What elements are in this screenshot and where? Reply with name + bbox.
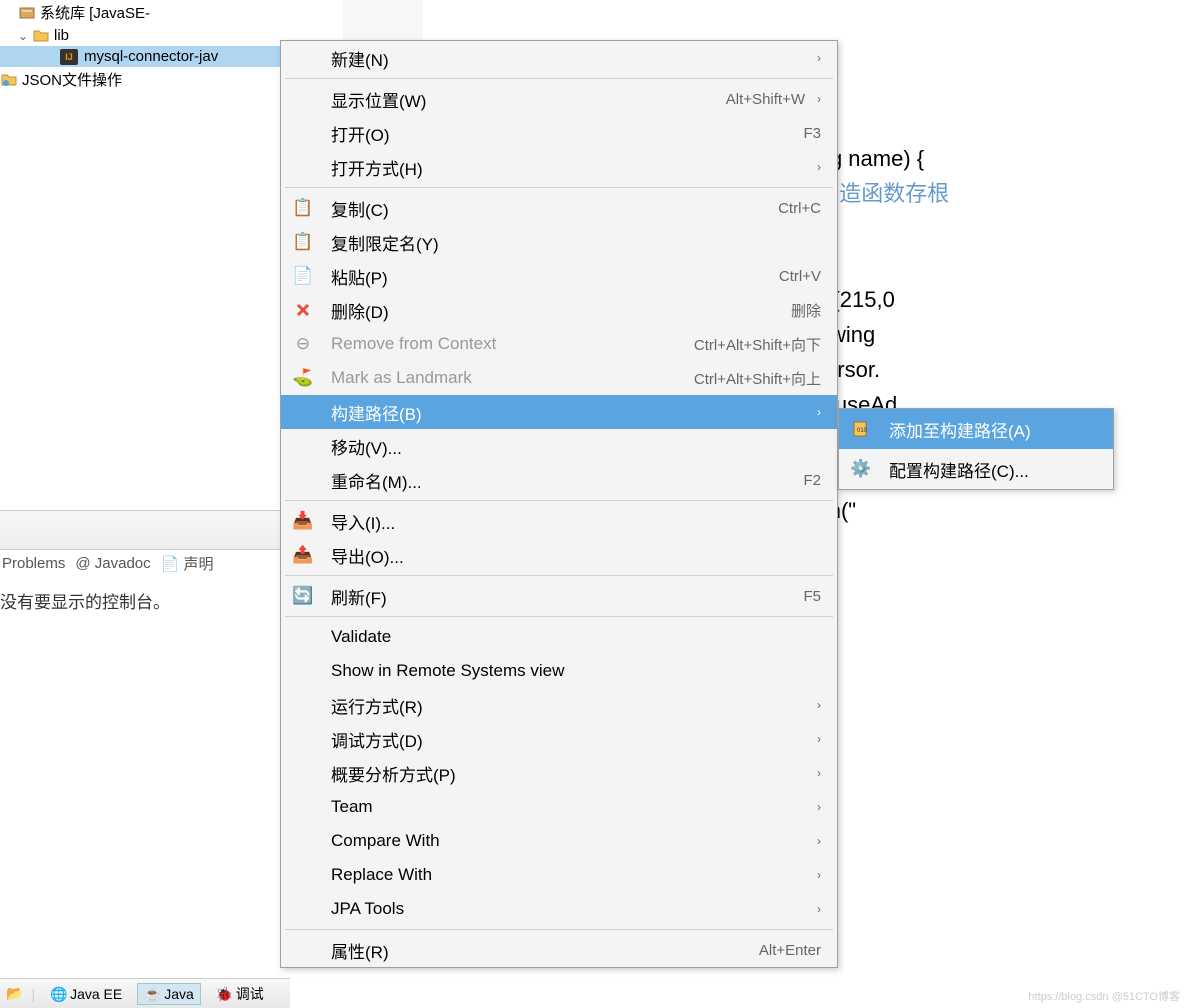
menu-refresh[interactable]: 🔄刷新(F)F5 xyxy=(281,579,837,613)
menu-properties[interactable]: 属性(R)Alt+Enter xyxy=(281,933,837,967)
jar-file-icon: IJ xyxy=(60,49,78,65)
export-icon: 📤 xyxy=(291,543,315,567)
tree-label: JSON文件操作 xyxy=(22,69,122,90)
context-menu: 新建(N)› 显示位置(W)Alt+Shift+W› 打开(O)F3 打开方式(… xyxy=(280,40,838,968)
java-ee-icon: 🌐 xyxy=(50,986,66,1002)
perspective-java-ee[interactable]: 🌐Java EE xyxy=(43,983,129,1005)
menu-jpa-tools[interactable]: JPA Tools› xyxy=(281,892,837,926)
library-icon xyxy=(18,5,36,21)
delete-icon xyxy=(291,298,315,322)
expand-arrow-icon: ⌄ xyxy=(18,29,32,43)
submenu-arrow-icon: › xyxy=(817,834,821,848)
menu-remote-systems[interactable]: Show in Remote Systems view xyxy=(281,654,837,688)
open-perspective-icon[interactable]: 📂 xyxy=(6,985,23,1002)
tree-label: mysql-connector-jav xyxy=(84,48,218,65)
folder-open-icon xyxy=(32,28,50,44)
submenu-arrow-icon: › xyxy=(817,902,821,916)
menu-import[interactable]: 📥导入(I)... xyxy=(281,504,837,538)
console-message: 没有要显示的控制台。 xyxy=(0,588,170,613)
menu-remove-context[interactable]: ⊖Remove from ContextCtrl+Alt+Shift+向下 xyxy=(281,327,837,361)
java-icon: ☕ xyxy=(144,986,160,1002)
menu-mark-landmark[interactable]: ⛳Mark as LandmarkCtrl+Alt+Shift+向上 xyxy=(281,361,837,395)
menu-delete[interactable]: 删除(D)删除 xyxy=(281,293,837,327)
menu-compare-with[interactable]: Compare With› xyxy=(281,824,837,858)
submenu-arrow-icon: › xyxy=(817,51,821,65)
bottom-tabs: Problems @ Javadoc 📄 声明 xyxy=(0,553,280,574)
landmark-icon: ⛳ xyxy=(291,366,315,390)
menu-debug-as[interactable]: 调试方式(D)› xyxy=(281,722,837,756)
menu-validate[interactable]: Validate xyxy=(281,620,837,654)
tree-item-json[interactable]: JSON文件操作 xyxy=(0,67,280,92)
tab-declaration[interactable]: 📄 声明 xyxy=(161,553,214,574)
submenu-arrow-icon: › xyxy=(817,766,821,780)
menu-separator xyxy=(285,616,833,617)
copy-icon: 📋 xyxy=(291,196,315,220)
menu-rename[interactable]: 重命名(M)...F2 xyxy=(281,463,837,497)
tree-item-jre[interactable]: 系统库 [JavaSE- xyxy=(0,0,280,25)
submenu-arrow-icon: › xyxy=(817,160,821,174)
menu-paste[interactable]: 📄粘贴(P)Ctrl+V xyxy=(281,259,837,293)
watermark: https://blog.csdn @51CTO博客 xyxy=(1028,988,1180,1004)
menu-separator xyxy=(285,929,833,930)
menu-copy[interactable]: 📋复制(C)Ctrl+C xyxy=(281,191,837,225)
refresh-icon: 🔄 xyxy=(291,584,315,608)
submenu-arrow-icon: › xyxy=(817,800,821,814)
configure-icon: ⚙️ xyxy=(849,457,873,481)
menu-separator xyxy=(285,78,833,79)
tree-label: 系统库 [JavaSE- xyxy=(40,2,150,23)
folder-icon xyxy=(0,72,18,88)
perspective-java[interactable]: ☕Java xyxy=(137,983,201,1005)
tab-javadoc[interactable]: @ Javadoc xyxy=(75,555,150,572)
menu-open-with[interactable]: 打开方式(H)› xyxy=(281,150,837,184)
menu-new[interactable]: 新建(N)› xyxy=(281,41,837,75)
menu-separator xyxy=(285,575,833,576)
copy-qualified-icon: 📋 xyxy=(291,230,315,254)
menu-profile-as[interactable]: 概要分析方式(P)› xyxy=(281,756,837,790)
menu-export[interactable]: 📤导出(O)... xyxy=(281,538,837,572)
menu-move[interactable]: 移动(V)... xyxy=(281,429,837,463)
perspective-switcher: 📂 | 🌐Java EE ☕Java 🐞调试 xyxy=(0,978,290,1008)
paste-icon: 📄 xyxy=(291,264,315,288)
submenu-arrow-icon: › xyxy=(817,698,821,712)
svg-text:010: 010 xyxy=(857,428,868,434)
tab-problems[interactable]: Problems xyxy=(2,555,65,572)
submenu-add-to-build-path[interactable]: 010 添加至构建路径(A) xyxy=(839,409,1113,449)
perspective-debug[interactable]: 🐞调试 xyxy=(209,981,271,1007)
menu-run-as[interactable]: 运行方式(R)› xyxy=(281,688,837,722)
build-path-submenu: 010 添加至构建路径(A) ⚙️ 配置构建路径(C)... xyxy=(838,408,1114,490)
submenu-arrow-icon: › xyxy=(817,405,821,419)
menu-build-path[interactable]: 构建路径(B)› xyxy=(281,395,837,429)
submenu-arrow-icon: › xyxy=(817,868,821,882)
tree-item-lib[interactable]: ⌄ lib xyxy=(0,25,280,46)
import-icon: 📥 xyxy=(291,509,315,533)
submenu-arrow-icon: › xyxy=(817,732,821,746)
project-tree: 系统库 [JavaSE- ⌄ lib IJ mysql-connector-ja… xyxy=(0,0,280,510)
panel-divider[interactable] xyxy=(0,510,280,550)
menu-separator xyxy=(285,500,833,501)
menu-show-in[interactable]: 显示位置(W)Alt+Shift+W› xyxy=(281,82,837,116)
menu-team[interactable]: Team› xyxy=(281,790,837,824)
tree-label: lib xyxy=(54,27,69,44)
remove-context-icon: ⊖ xyxy=(291,332,315,356)
menu-replace-with[interactable]: Replace With› xyxy=(281,858,837,892)
submenu-arrow-icon: › xyxy=(817,92,821,106)
add-jar-icon: 010 xyxy=(849,417,873,441)
menu-copy-qualified[interactable]: 📋复制限定名(Y) xyxy=(281,225,837,259)
menu-open[interactable]: 打开(O)F3 xyxy=(281,116,837,150)
submenu-configure-build-path[interactable]: ⚙️ 配置构建路径(C)... xyxy=(839,449,1113,489)
debug-icon: 🐞 xyxy=(216,986,232,1002)
menu-separator xyxy=(285,187,833,188)
tree-item-mysql-jar[interactable]: IJ mysql-connector-jav xyxy=(0,46,280,67)
